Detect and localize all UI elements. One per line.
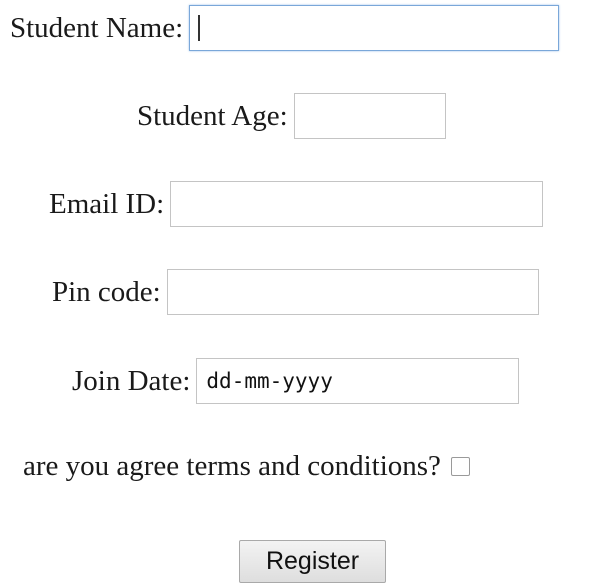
pin-code-label: Pin code: [52, 275, 161, 308]
join-date-label: Join Date: [72, 364, 191, 397]
student-name-input[interactable] [189, 5, 560, 51]
terms-checkbox[interactable] [450, 457, 470, 476]
email-id-input[interactable] [170, 181, 544, 227]
join-date-input[interactable]: dd-mm-yyyy [196, 358, 520, 404]
pin-code-row: Pin code: [52, 269, 539, 315]
join-date-row: Join Date: dd-mm-yyyy [72, 358, 520, 404]
register-button[interactable]: Register [239, 540, 386, 583]
text-caret [198, 15, 200, 41]
student-name-label: Student Name: [10, 11, 184, 44]
student-age-input[interactable] [293, 93, 446, 139]
terms-row: are you agree terms and conditions? [23, 452, 470, 481]
email-id-label: Email ID: [49, 187, 165, 220]
student-age-label: Student Age: [137, 99, 288, 132]
email-id-row: Email ID: [49, 181, 544, 227]
pin-code-input[interactable] [166, 269, 539, 315]
student-age-row: Student Age: [137, 93, 446, 139]
student-name-row: Student Name: [10, 5, 560, 51]
join-date-placeholder: dd-mm-yyyy [206, 369, 333, 393]
terms-label: are you agree terms and conditions? [23, 450, 441, 482]
